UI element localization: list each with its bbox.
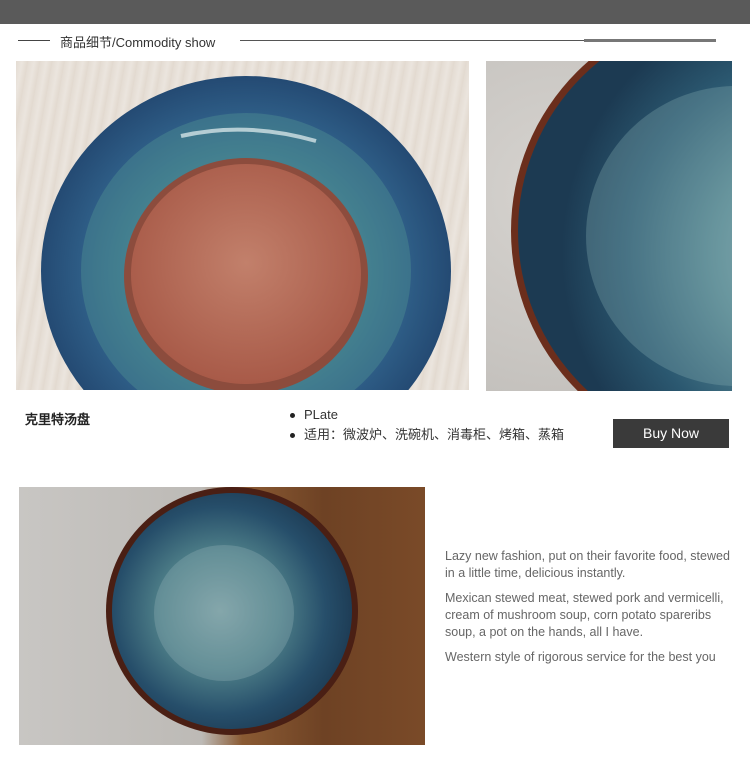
header-divider-left	[18, 40, 50, 41]
top-banner-bar	[0, 0, 750, 24]
description-paragraph: Mexican stewed meat, stewed pork and ver…	[445, 591, 724, 639]
product-photo-bowl-top-view	[19, 487, 425, 745]
product-description: Lazy new fashion, put on their favorite …	[445, 548, 735, 674]
bowl-closeup-illustration	[511, 61, 732, 391]
bowl-top-illustration	[106, 487, 358, 735]
product-name: 克里特汤盘	[25, 412, 91, 427]
product-photo-bowl-bottom	[16, 61, 469, 390]
description-paragraph: Lazy new fashion, put on their favorite …	[445, 549, 730, 580]
product-photo-bowl-interior-closeup	[486, 61, 732, 391]
feature-item-usage: 适用：微波炉、洗碗机、消毒柜、烤箱、蒸箱	[290, 425, 564, 445]
description-paragraph: Western style of rigorous service for th…	[445, 650, 716, 664]
buy-now-button[interactable]: Buy Now	[613, 419, 729, 448]
bowl-bottom-illustration	[41, 76, 451, 390]
feature-item-type: PLate	[290, 405, 564, 425]
feature-list: PLate 适用：微波炉、洗碗机、消毒柜、烤箱、蒸箱	[290, 405, 564, 445]
header-divider-accent	[584, 39, 716, 42]
section-title: 商品细节/Commodity show	[60, 35, 216, 50]
section-header: 商品细节/Commodity show	[0, 28, 750, 54]
